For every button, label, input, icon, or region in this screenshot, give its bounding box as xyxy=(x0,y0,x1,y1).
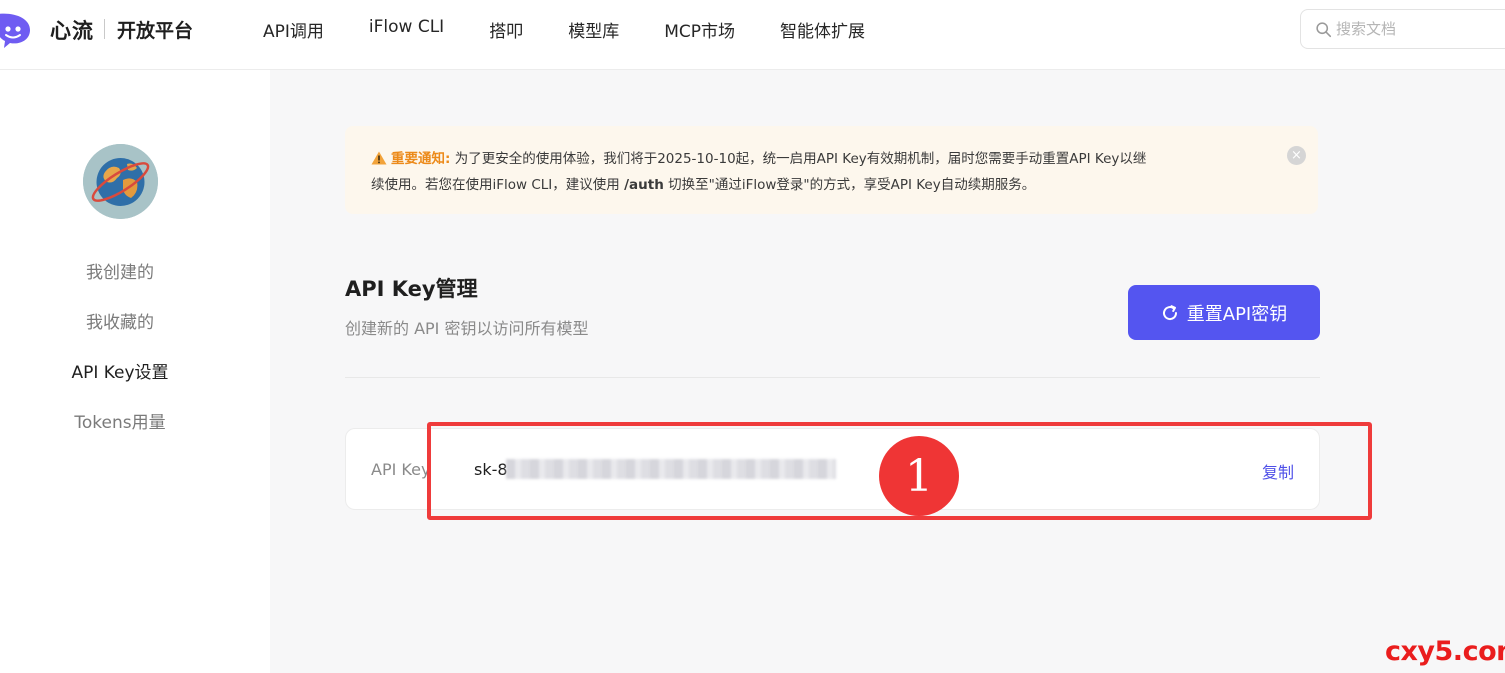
search-input[interactable] xyxy=(1336,20,1505,38)
brand-logo-icon[interactable] xyxy=(0,10,34,50)
nav-agent-extensions[interactable]: 智能体扩展 xyxy=(780,17,865,42)
site-watermark: cxy5.com xyxy=(1385,636,1505,667)
close-icon[interactable]: × xyxy=(1287,146,1306,165)
api-key-label: API Key xyxy=(371,460,431,479)
top-navigation-bar: 心流 开放平台 API调用 iFlow CLI 搭叩 模型库 MCP市场 智能体… xyxy=(0,0,1505,70)
refresh-icon xyxy=(1162,304,1177,320)
sidebar-item-api-key-settings[interactable]: API Key设置 xyxy=(0,358,240,383)
brand-divider xyxy=(104,19,105,39)
user-avatar[interactable] xyxy=(83,144,158,219)
reset-api-key-button[interactable]: 重置API密钥 xyxy=(1128,285,1320,340)
sidebar-item-favorites[interactable]: 我收藏的 xyxy=(0,308,240,333)
nav-api-call[interactable]: API调用 xyxy=(263,17,324,42)
nav-iflow-cli[interactable]: iFlow CLI xyxy=(369,17,444,42)
main-content: 重要通知: 为了更安全的使用体验，我们将于2025-10-10起，统一启用API… xyxy=(270,70,1505,673)
notice-line-2-end: 切换至"通过iFlow登录"的方式，享受API Key自动续期服务。 xyxy=(663,177,1036,193)
main-nav: API调用 iFlow CLI 搭叩 模型库 MCP市场 智能体扩展 xyxy=(263,17,910,42)
notice-line-2-start: 续使用。若您在使用iFlow CLI，建议使用 xyxy=(371,177,625,193)
nav-model-library[interactable]: 模型库 xyxy=(568,17,619,42)
reset-api-key-label: 重置API密钥 xyxy=(1186,303,1288,325)
search-box[interactable] xyxy=(1300,9,1505,49)
page-title: API Key管理 xyxy=(345,277,478,301)
search-icon xyxy=(1316,21,1332,37)
notice-auth-command: /auth xyxy=(624,177,664,193)
warning-icon xyxy=(371,151,387,165)
important-notice-banner: 重要通知: 为了更安全的使用体验，我们将于2025-10-10起，统一启用API… xyxy=(345,126,1318,214)
brand-name[interactable]: 心流 xyxy=(50,15,94,45)
nav-dakou[interactable]: 搭叩 xyxy=(489,17,523,42)
nav-mcp-market[interactable]: MCP市场 xyxy=(664,17,735,42)
step-number-badge: 1 xyxy=(879,436,959,516)
sidebar: 我创建的 我收藏的 API Key设置 Tokens用量 xyxy=(0,70,270,673)
notice-title: 重要通知: xyxy=(391,151,451,167)
sidebar-item-token-usage[interactable]: Tokens用量 xyxy=(0,408,240,433)
notice-line-1: 为了更安全的使用体验，我们将于2025-10-10起，统一启用API Key有效… xyxy=(454,151,1147,167)
notice-body: 重要通知: 为了更安全的使用体验，我们将于2025-10-10起，统一启用API… xyxy=(371,146,1258,198)
section-divider xyxy=(345,377,1320,378)
sidebar-item-created[interactable]: 我创建的 xyxy=(0,258,240,283)
page-subtitle: 创建新的 API 密钥以访问所有模型 xyxy=(345,319,589,338)
platform-title[interactable]: 开放平台 xyxy=(117,16,193,43)
